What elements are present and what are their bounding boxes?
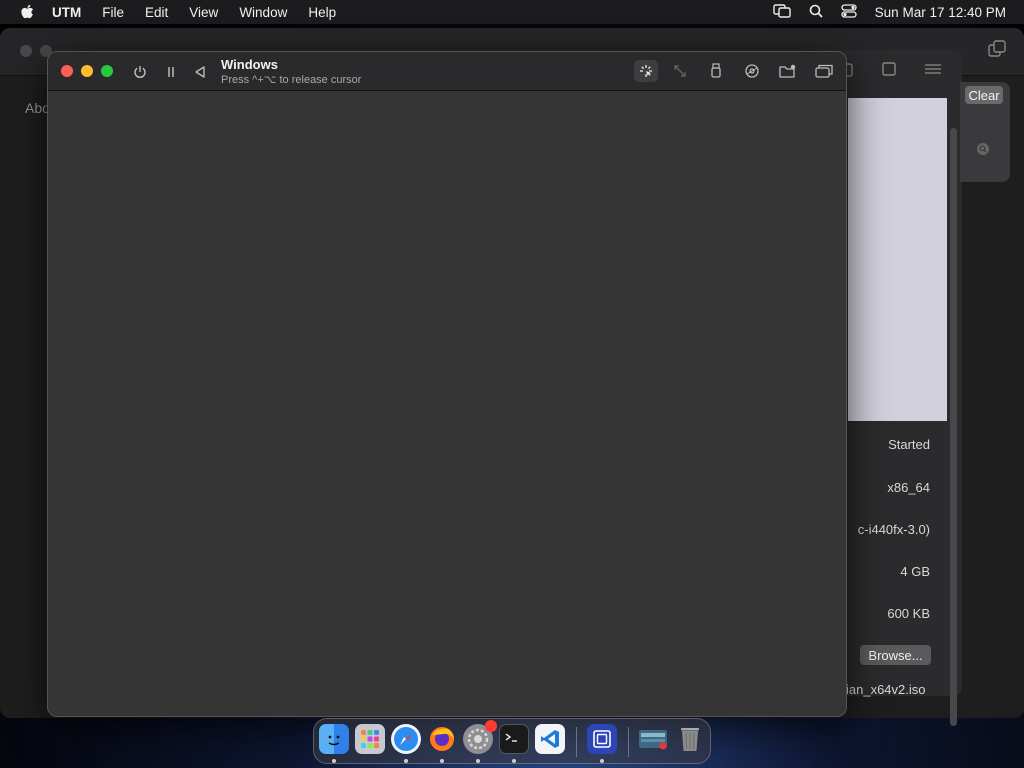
close-button[interactable] xyxy=(61,65,73,77)
menu-edit[interactable]: Edit xyxy=(145,5,168,20)
windows-icon[interactable] xyxy=(812,60,836,82)
menu-file[interactable]: File xyxy=(102,5,124,20)
vm-titlebar: Windows Press ^+⌥ to release cursor xyxy=(48,52,846,91)
launchpad-icon[interactable] xyxy=(355,724,385,754)
memory-value: 4 GB xyxy=(900,564,930,579)
preview-icon[interactable] xyxy=(638,724,668,754)
spotlight-search-icon[interactable] xyxy=(809,4,823,21)
apple-icon[interactable] xyxy=(18,3,36,21)
status-value: Started xyxy=(888,437,930,452)
utm-icon[interactable] xyxy=(587,724,617,754)
architecture-value: x86_64 xyxy=(887,480,930,495)
clear-button[interactable]: Clear xyxy=(965,86,1003,104)
main-close-button[interactable] xyxy=(20,45,32,57)
safari-running-dot xyxy=(404,759,408,763)
size-value: 600 KB xyxy=(887,606,930,621)
dock xyxy=(313,718,711,764)
restart-icon[interactable] xyxy=(191,63,209,81)
vm-subtitle: Press ^+⌥ to release cursor xyxy=(221,74,362,86)
menu-help[interactable]: Help xyxy=(308,5,336,20)
details-scrollbar[interactable] xyxy=(950,128,957,726)
terminal-icon[interactable] xyxy=(499,724,529,754)
usb-icon[interactable] xyxy=(704,60,728,82)
minimize-button[interactable] xyxy=(81,65,93,77)
vm-screen[interactable] xyxy=(48,91,846,716)
dock-separator-2 xyxy=(628,727,629,757)
shared-folder-icon[interactable] xyxy=(776,60,800,82)
vm-screenshot-preview[interactable] xyxy=(848,98,947,421)
settings-running-dot xyxy=(476,759,480,763)
menu-bar: UTM File Edit View Window Help Sun Mar 1… xyxy=(0,0,1024,24)
vm-display-window: Windows Press ^+⌥ to release cursor xyxy=(47,51,847,717)
iso-filename: ian_x64v2.iso xyxy=(846,682,926,697)
settings-sliders-icon[interactable] xyxy=(924,62,942,83)
vscode-icon[interactable] xyxy=(535,724,565,754)
capture-mouse-icon[interactable] xyxy=(634,60,658,82)
details-toolbar xyxy=(840,62,942,83)
system-settings-icon[interactable] xyxy=(463,720,497,754)
utm-running-dot xyxy=(600,759,604,763)
menu-window[interactable]: Window xyxy=(239,5,287,20)
resize-icon[interactable] xyxy=(668,60,692,82)
trash-icon[interactable] xyxy=(675,724,705,754)
machine-value: c-i440fx-3.0) xyxy=(857,522,930,537)
zoom-button[interactable] xyxy=(101,65,113,77)
safari-icon[interactable] xyxy=(391,724,421,754)
finder-icon[interactable] xyxy=(319,724,349,754)
dock-separator xyxy=(576,727,577,757)
copy-window-icon[interactable] xyxy=(988,40,1006,63)
power-icon[interactable] xyxy=(131,63,149,81)
vm-title: Windows xyxy=(221,57,278,72)
search-icon[interactable] xyxy=(976,142,990,161)
menu-clock[interactable]: Sun Mar 17 12:40 PM xyxy=(875,5,1006,20)
control-center-icon[interactable] xyxy=(841,3,857,21)
firefox-icon[interactable] xyxy=(427,724,457,754)
menu-view[interactable]: View xyxy=(189,5,218,20)
menu-app-utm[interactable]: UTM xyxy=(52,5,81,20)
stop-square-icon[interactable] xyxy=(882,62,896,83)
screen-mirror-icon[interactable] xyxy=(772,3,791,21)
firefox-running-dot xyxy=(440,759,444,763)
finder-running-dot xyxy=(332,759,336,763)
browse-button[interactable]: Browse... xyxy=(860,645,931,665)
settings-notification-badge xyxy=(485,720,497,732)
terminal-running-dot xyxy=(512,759,516,763)
pause-icon[interactable] xyxy=(162,63,180,81)
drive-icon[interactable] xyxy=(740,60,764,82)
